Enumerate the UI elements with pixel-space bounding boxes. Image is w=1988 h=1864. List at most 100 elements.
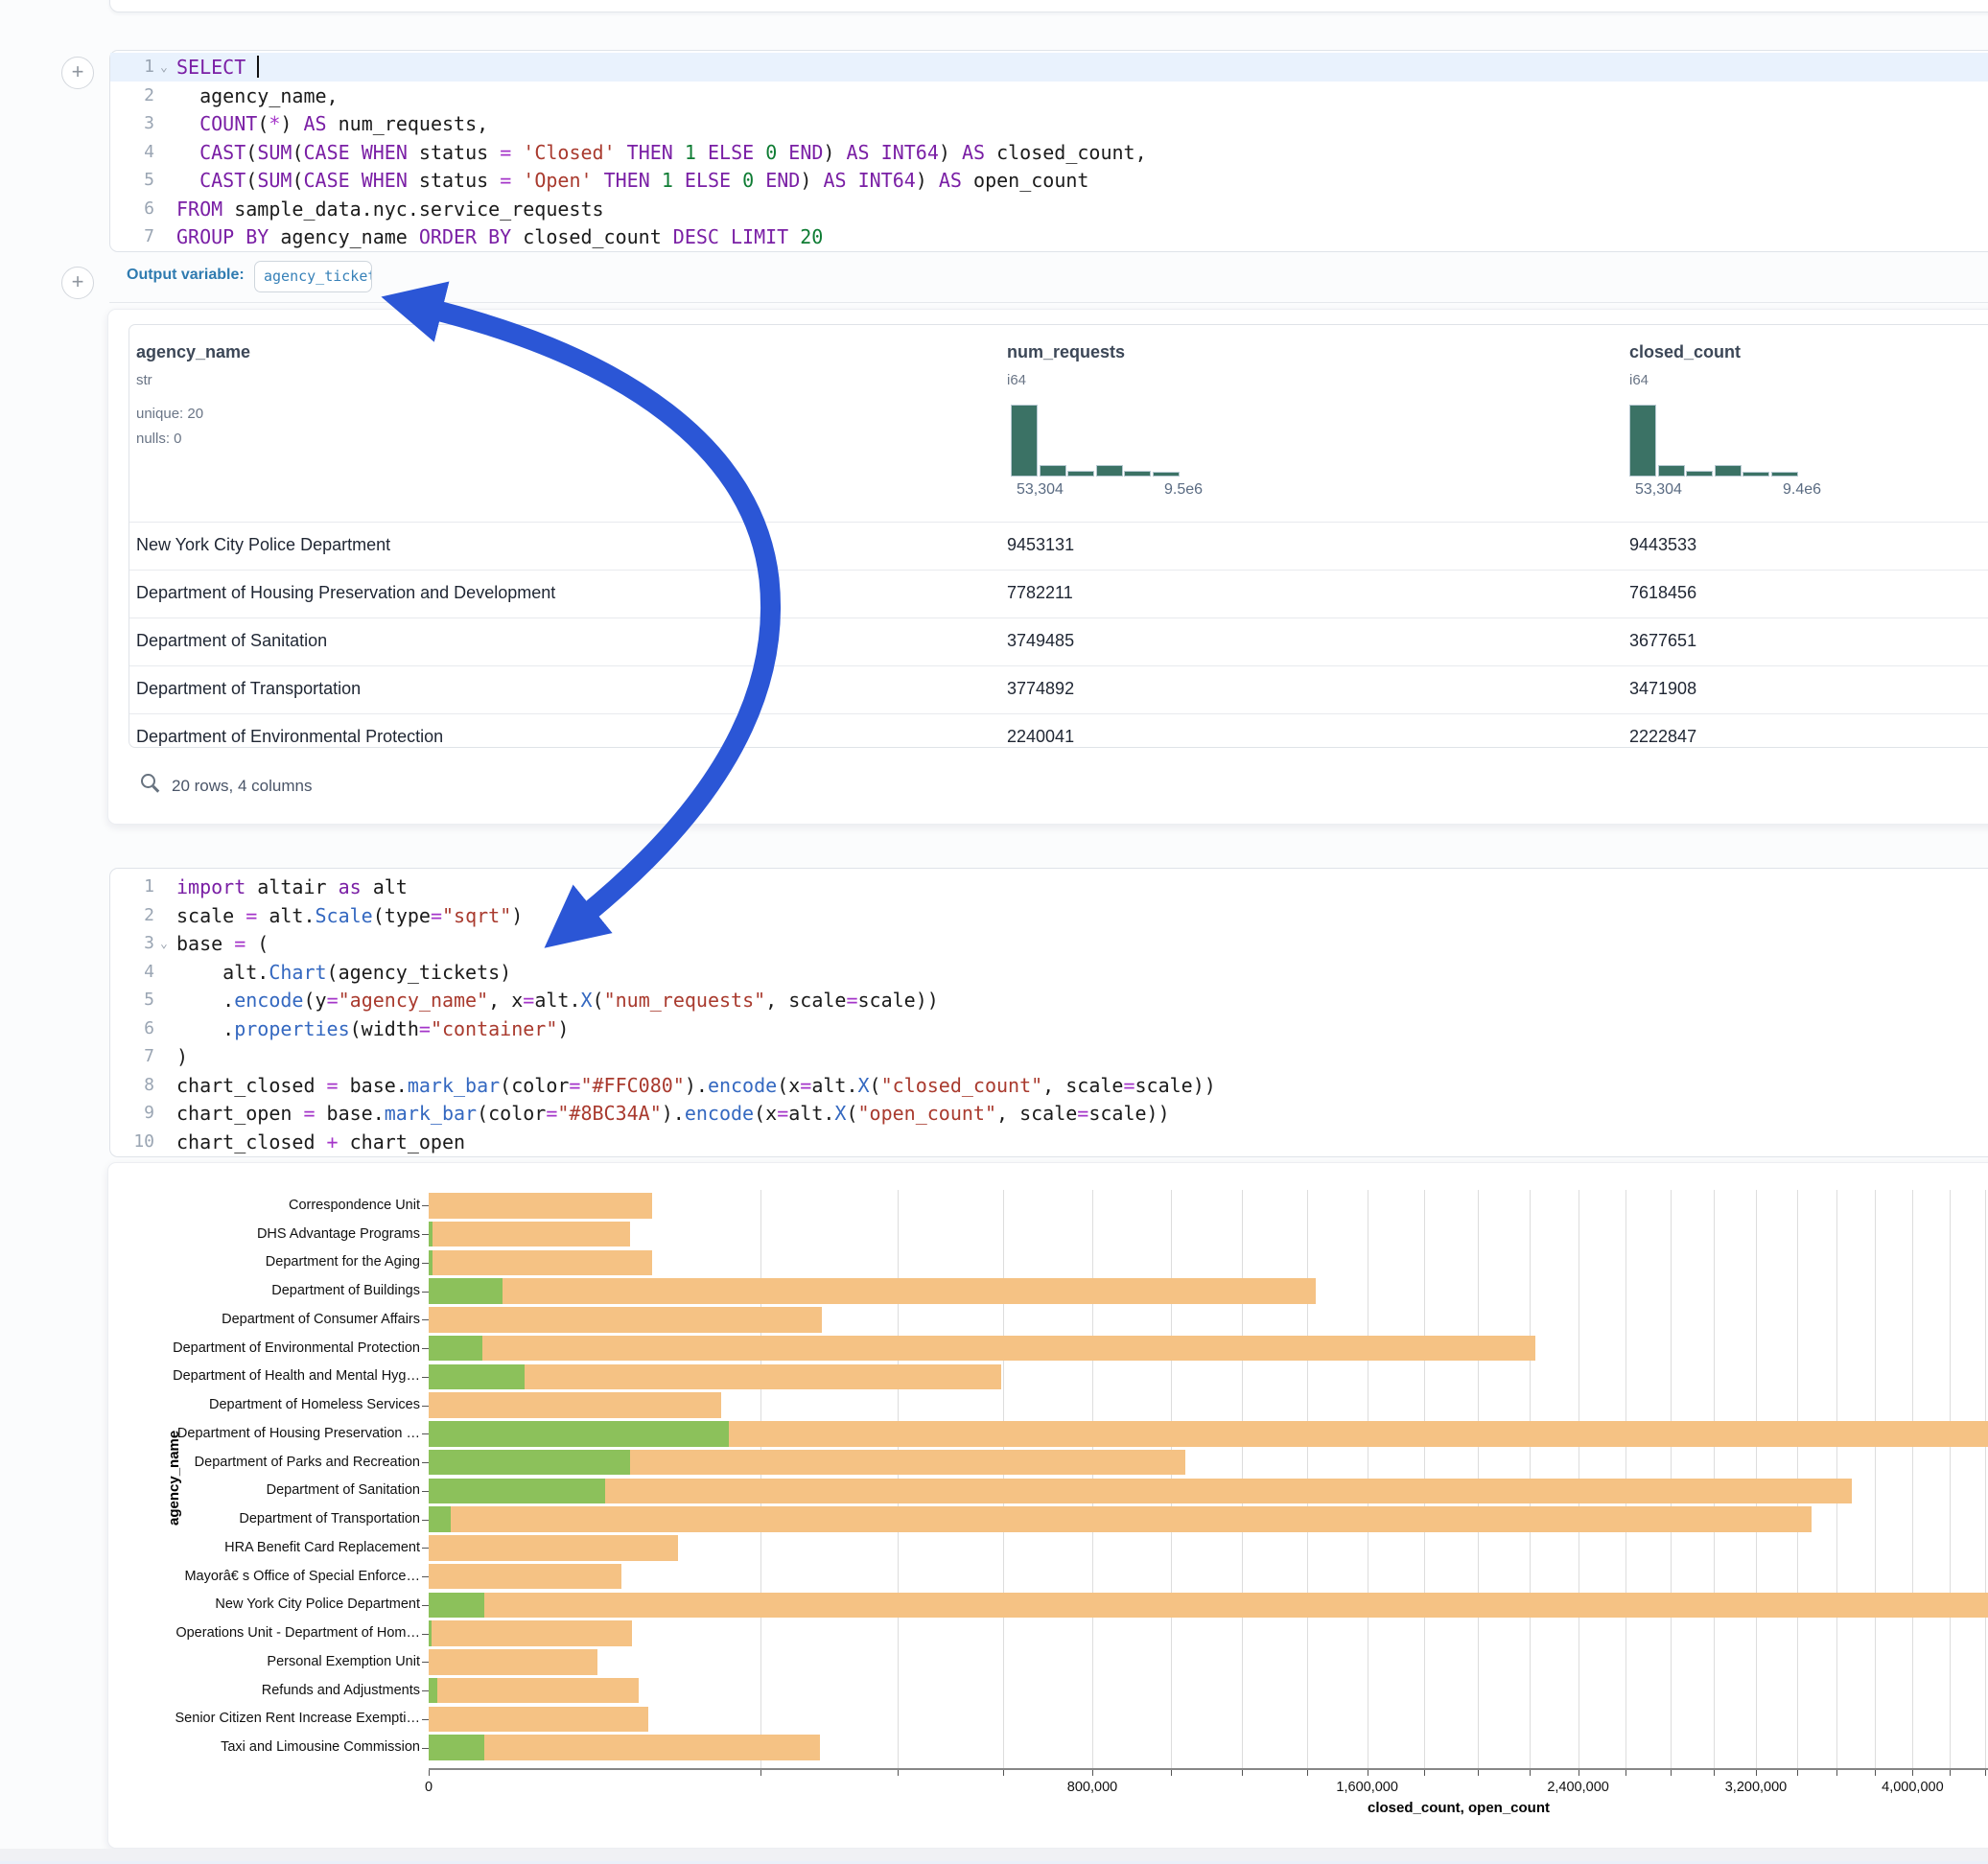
line-number: 5 — [110, 166, 154, 195]
chart-bar-open_count — [429, 1735, 484, 1760]
sql-cell-line-4[interactable]: 4 CAST(SUM(CASE WHEN status = 'Closed' T… — [110, 138, 1988, 167]
chart-gridline — [1875, 1190, 1876, 1768]
histogram-bar — [1011, 405, 1038, 477]
column-header-num_requests[interactable]: num_requests — [1007, 342, 1125, 362]
line-number: 1 — [110, 53, 154, 82]
sql-cell-line-7[interactable]: 7GROUP BY agency_name ORDER BY closed_co… — [110, 222, 1988, 251]
chart-bar-open_count — [429, 1421, 729, 1447]
chart-bar-open_count — [429, 1479, 605, 1504]
chart-y-label: Operations Unit - Department of Hom… — [171, 1626, 420, 1641]
chart-x-tick-label: 800,000 — [1067, 1780, 1117, 1795]
chart-y-tick — [422, 1719, 429, 1720]
chart-y-tick — [422, 1462, 429, 1463]
chart-y-label: Department of Homeless Services — [171, 1398, 420, 1412]
sql-cell-line-2[interactable]: 2 agency_name, — [110, 82, 1988, 110]
chart-y-label: Department of Health and Mental Hyg… — [171, 1369, 420, 1384]
chart-y-label: HRA Benefit Card Replacement — [171, 1541, 420, 1555]
column-header-closed_count[interactable]: closed_count — [1629, 342, 1741, 362]
python-cell-line-1[interactable]: 1import altair as alt — [110, 873, 1988, 901]
python-cell-line-10[interactable]: 10chart_closed + chart_open — [110, 1128, 1988, 1156]
chart-bar-closed_count — [429, 1307, 822, 1333]
python-cell-line-4[interactable]: 4 alt.Chart(agency_tickets) — [110, 958, 1988, 987]
chart-x-tick — [1307, 1770, 1308, 1776]
line-number: 7 — [110, 1042, 154, 1071]
chart-x-tick-label: 1,600,000 — [1336, 1780, 1398, 1795]
line-number: 9 — [110, 1099, 154, 1128]
chart-y-label: Department for the Aging — [171, 1255, 420, 1270]
chart-y-tick — [422, 1662, 429, 1663]
chart-y-tick — [422, 1548, 429, 1549]
chart-bar-closed_count — [429, 1336, 1535, 1362]
chart-bar-closed_count — [429, 1222, 630, 1247]
chart-bar-closed_count — [429, 1593, 1988, 1619]
sql-cell-line-1[interactable]: 1⌄SELECT — [110, 53, 1988, 82]
chart-x-tick — [1242, 1770, 1243, 1776]
sql-code-cell[interactable]: 1⌄SELECT 2 agency_name,3 COUNT(*) AS num… — [109, 50, 1988, 252]
sql-cell-line-3[interactable]: 3 COUNT(*) AS num_requests, — [110, 109, 1988, 138]
chart-y-tick — [422, 1690, 429, 1691]
row-separator — [129, 617, 1988, 618]
python-cell-line-2[interactable]: 2scale = alt.Scale(type="sqrt") — [110, 901, 1988, 930]
fold-chevron-icon[interactable]: ⌄ — [160, 930, 168, 959]
chart-bar-open_count — [429, 1222, 433, 1247]
chart-x-tick — [1003, 1770, 1004, 1776]
chart-y-tick — [422, 1406, 429, 1407]
line-number: 8 — [110, 1071, 154, 1100]
chart-x-tick — [1875, 1770, 1876, 1776]
chart-x-tick — [760, 1770, 761, 1776]
chart-y-label: Department of Parks and Recreation — [171, 1456, 420, 1470]
python-cell-line-8[interactable]: 8chart_closed = base.mark_bar(color="#FF… — [110, 1071, 1988, 1100]
table-row-closed-count: 3471908 — [1629, 679, 1696, 699]
chart-x-tick — [1530, 1770, 1531, 1776]
chart-y-tick — [422, 1520, 429, 1521]
chart-bar-open_count — [429, 1336, 482, 1362]
python-cell-line-5[interactable]: 5 .encode(y="agency_name", x=alt.X("num_… — [110, 986, 1988, 1014]
chart-bar-open_count — [429, 1620, 432, 1646]
output-variable-strip: Output variable: agency_tickets — [109, 252, 1988, 303]
chart-bar-open_count — [429, 1364, 525, 1390]
page-bottom-band — [0, 1849, 1988, 1861]
chart-y-tick — [422, 1348, 429, 1349]
chart-gridline — [1950, 1190, 1951, 1768]
table-row-count: 20 rows, 4 columns — [172, 777, 312, 796]
python-cell-line-9[interactable]: 9chart_open = base.mark_bar(color="#8BC3… — [110, 1099, 1988, 1128]
column-type: i64 — [1629, 372, 1649, 388]
chart-y-label: New York City Police Department — [171, 1597, 420, 1612]
add-cell-button-top[interactable]: + — [61, 57, 94, 89]
histogram-bar — [1629, 405, 1656, 477]
table-row-agency: New York City Police Department — [136, 535, 390, 555]
altair-bar-chart: Correspondence UnitDHS Advantage Program… — [108, 1163, 1988, 1848]
chart-y-tick — [422, 1491, 429, 1492]
add-cell-button-output[interactable]: + — [61, 267, 94, 299]
output-variable-chip[interactable]: agency_tickets — [254, 261, 372, 292]
chart-x-tick — [1092, 1770, 1093, 1776]
chart-gridline — [1985, 1190, 1986, 1768]
histogram-bar — [1067, 471, 1094, 477]
histogram-bar — [1658, 465, 1685, 477]
line-number: 6 — [110, 1014, 154, 1043]
column-header-agency_name[interactable]: agency_name — [136, 342, 250, 362]
chart-output-card: Correspondence UnitDHS Advantage Program… — [107, 1162, 1988, 1849]
sql-cell-line-5[interactable]: 5 CAST(SUM(CASE WHEN status = 'Open' THE… — [110, 166, 1988, 195]
previous-cell-edge — [109, 0, 1988, 12]
fold-chevron-icon[interactable]: ⌄ — [160, 54, 168, 82]
chart-bar-closed_count — [429, 1678, 639, 1704]
line-number: 1 — [110, 873, 154, 901]
python-cell-line-7[interactable]: 7) — [110, 1042, 1988, 1071]
column-type: str — [136, 372, 152, 388]
chart-y-label: Senior Citizen Rent Increase Exempti… — [171, 1712, 420, 1726]
chart-bar-closed_count — [429, 1278, 1316, 1304]
sql-cell-line-6[interactable]: 6FROM sample_data.nyc.service_requests — [110, 195, 1988, 223]
python-cell-line-6[interactable]: 6 .properties(width="container") — [110, 1014, 1988, 1043]
chart-bar-closed_count — [429, 1564, 621, 1590]
chart-bar-closed_count — [429, 1250, 652, 1276]
histogram-min-label: 53,304 — [1017, 481, 1064, 499]
python-code-cell[interactable]: 1import altair as alt2scale = alt.Scale(… — [109, 868, 1988, 1157]
python-cell-line-3[interactable]: 3⌄base = ( — [110, 929, 1988, 958]
chart-y-tick — [422, 1605, 429, 1606]
line-number: 3 — [110, 109, 154, 138]
line-number: 7 — [110, 222, 154, 251]
chart-y-label: Department of Transportation — [171, 1512, 420, 1526]
search-icon[interactable] — [141, 774, 164, 797]
chart-y-label: Correspondence Unit — [171, 1199, 420, 1213]
